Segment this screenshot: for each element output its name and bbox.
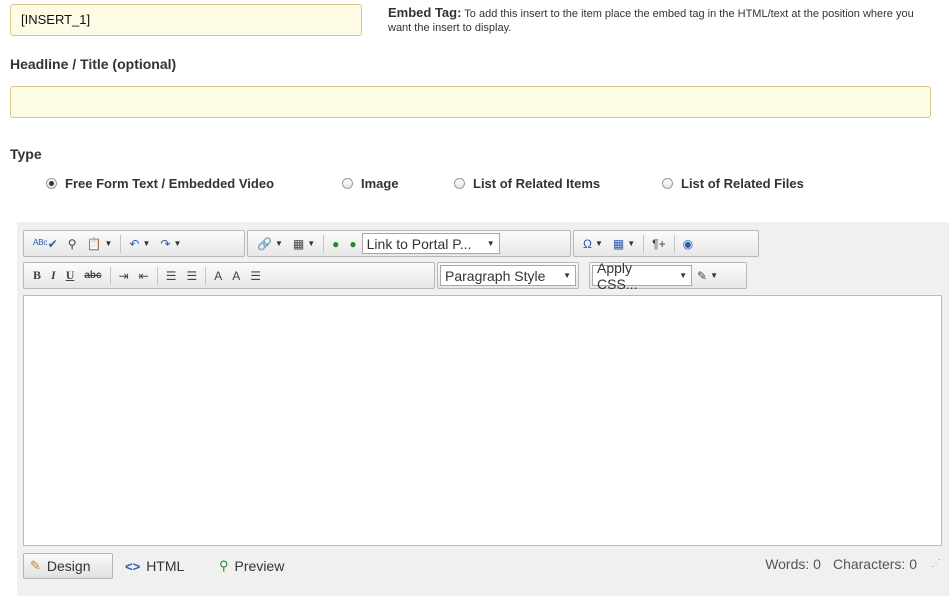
type-option-label: Free Form Text / Embedded Video xyxy=(65,176,275,191)
undo-glyph: ↶ xyxy=(129,236,140,251)
hyperlink-icon[interactable]: 🔗 ▼ xyxy=(252,233,288,254)
subscript-icon[interactable]: A xyxy=(227,265,245,286)
table-icon[interactable]: ▦ ▼ xyxy=(608,233,640,254)
embed-tag-help: Embed Tag: To add this insert to the ite… xyxy=(388,6,928,35)
design-mode-label: Design xyxy=(46,558,91,574)
brush-glyph: ✎ xyxy=(697,268,708,283)
preview-mode-button[interactable]: ⚲ Preview xyxy=(219,553,284,579)
paragraph-mark-icon[interactable]: ¶+ xyxy=(647,233,670,254)
radio-icon[interactable] xyxy=(342,178,353,189)
chevron-down-icon[interactable]: ▼ xyxy=(595,239,603,248)
toolbar-separator xyxy=(673,234,675,253)
radio-icon[interactable] xyxy=(662,178,673,189)
word-count: Words: 0 xyxy=(765,556,821,572)
toolbar-group-css: Apply CSS... ▼ ✎ ▼ xyxy=(589,260,747,292)
apply-css-value: Apply CSS... xyxy=(597,259,638,292)
media-glyph: ▦ xyxy=(292,236,305,251)
rich-text-editor: ᴬᴮᶜ✔ ⚲ 📋 ▼ ↶ ▼ ↷ ▼ 🔗 ▼ ▦ ▼ ● ● Link to Portal… xyxy=(17,222,949,596)
chevron-down-icon[interactable]: ▼ xyxy=(679,271,687,280)
radio-icon[interactable] xyxy=(454,178,465,189)
type-radio-image[interactable]: Image xyxy=(342,176,399,191)
ordered-list-icon[interactable]: ☰ xyxy=(161,265,182,286)
chevron-down-icon[interactable]: ▼ xyxy=(173,239,181,248)
italic-icon[interactable]: I xyxy=(46,265,61,286)
paste-icon[interactable]: 📋 ▼ xyxy=(82,233,118,254)
outdent-icon[interactable]: ⇤ xyxy=(134,265,154,286)
format-brush-icon[interactable]: ✎ ▼ xyxy=(692,265,723,286)
type-radio-related-files[interactable]: List of Related Files xyxy=(662,176,804,191)
pencil-icon: ✎ xyxy=(30,558,41,573)
toolbar-separator xyxy=(109,266,111,285)
table-glyph: ▦ xyxy=(612,236,625,251)
type-option-label: Image xyxy=(361,176,399,191)
html-mode-button[interactable]: <> HTML xyxy=(125,553,184,579)
type-radio-free-form[interactable]: Free Form Text / Embedded Video xyxy=(46,176,274,191)
spellcheck-icon[interactable]: ᴬᴮᶜ✔ xyxy=(28,233,63,254)
link-glyph: 🔗 xyxy=(257,236,272,251)
toolbar-separator xyxy=(643,234,645,253)
media-icon[interactable]: ▦ ▼ xyxy=(288,233,320,254)
omega-icon[interactable]: Ω ▼ xyxy=(578,233,608,254)
link-to-portal-select[interactable]: Link to Portal P... ▼ xyxy=(361,233,500,254)
redo-icon[interactable]: ↷ ▼ xyxy=(155,233,186,254)
apply-css-select[interactable]: Apply CSS... ▼ xyxy=(592,260,692,292)
design-mode-button[interactable]: ✎ Design xyxy=(23,553,113,579)
align-icon[interactable]: ☰ xyxy=(245,265,266,286)
resize-grip-icon[interactable]: ⋰ xyxy=(931,558,941,569)
embed-tag-input[interactable]: [INSERT_1] xyxy=(10,4,362,36)
underline-icon[interactable]: U xyxy=(61,265,80,286)
bold-icon[interactable]: B xyxy=(28,265,46,286)
toolbar-separator xyxy=(156,266,158,285)
radio-selected-icon[interactable] xyxy=(46,178,57,189)
toolbar-group-symbols: Ω ▼ ▦ ▼ ¶+ ◉ xyxy=(573,230,759,257)
type-option-label: List of Related Items xyxy=(473,176,601,191)
toolbar-separator xyxy=(205,266,207,285)
toolbar-group-insert: 🔗 ▼ ▦ ▼ ● ● Link to Portal P... ▼ xyxy=(247,230,571,257)
superscript-icon[interactable]: A xyxy=(209,265,227,286)
chevron-down-icon[interactable]: ▼ xyxy=(142,239,150,248)
link-to-portal-value: Link to Portal P... xyxy=(366,235,472,252)
headline-label: Headline / Title (optional) xyxy=(10,56,177,72)
type-radio-related-items[interactable]: List of Related Items xyxy=(454,176,600,191)
toolbar-group-edit: ᴬᴮᶜ✔ ⚲ 📋 ▼ ↶ ▼ ↷ ▼ xyxy=(23,230,245,257)
chevron-down-icon[interactable]: ▼ xyxy=(487,239,495,248)
editor-content-area[interactable] xyxy=(23,295,942,546)
preview-mode-label: Preview xyxy=(234,558,285,574)
shield-icon[interactable]: ◉ xyxy=(678,233,698,254)
word-character-count: Words: 0 Characters: 0 xyxy=(765,553,917,575)
web-unlink-icon[interactable]: ● xyxy=(344,233,361,254)
unordered-list-icon[interactable]: ☰ xyxy=(181,265,202,286)
strikethrough-icon[interactable]: abc xyxy=(79,265,106,286)
paragraph-style-value: Paragraph Style xyxy=(445,267,546,284)
chevron-down-icon[interactable]: ▼ xyxy=(104,239,112,248)
chevron-down-icon[interactable]: ▼ xyxy=(307,239,315,248)
embed-tag-label: Embed Tag: xyxy=(388,5,462,20)
redo-glyph: ↷ xyxy=(160,236,171,251)
type-option-label: List of Related Files xyxy=(681,176,804,191)
magnifier-icon: ⚲ xyxy=(219,558,229,573)
paragraph-style-select[interactable]: Paragraph Style ▼ xyxy=(440,265,576,286)
paste-glyph: 📋 xyxy=(86,236,102,251)
chevron-down-icon[interactable]: ▼ xyxy=(275,239,283,248)
chevron-down-icon[interactable]: ▼ xyxy=(627,239,635,248)
find-icon[interactable]: ⚲ xyxy=(63,233,82,254)
type-label: Type xyxy=(10,146,42,162)
omega-glyph: Ω xyxy=(583,236,592,251)
html-mode-label: HTML xyxy=(146,558,185,574)
undo-icon[interactable]: ↶ ▼ xyxy=(124,233,155,254)
toolbar-separator xyxy=(120,234,122,253)
embed-tag-text: To add this insert to the item place the… xyxy=(388,8,914,34)
indent-icon[interactable]: ⇥ xyxy=(114,265,134,286)
code-icon: <> xyxy=(125,558,141,574)
headline-input[interactable] xyxy=(10,86,931,118)
toolbar-group-format: B I U abc ⇥ ⇤ ☰ ☰ A A ☰ xyxy=(23,262,435,289)
character-count: Characters: 0 xyxy=(832,556,917,572)
chevron-down-icon[interactable]: ▼ xyxy=(563,271,571,280)
toolbar-group-paragraph: Paragraph Style ▼ xyxy=(437,262,579,289)
toolbar-separator xyxy=(323,234,325,253)
web-link-icon[interactable]: ● xyxy=(327,233,344,254)
chevron-down-icon[interactable]: ▼ xyxy=(710,271,718,280)
